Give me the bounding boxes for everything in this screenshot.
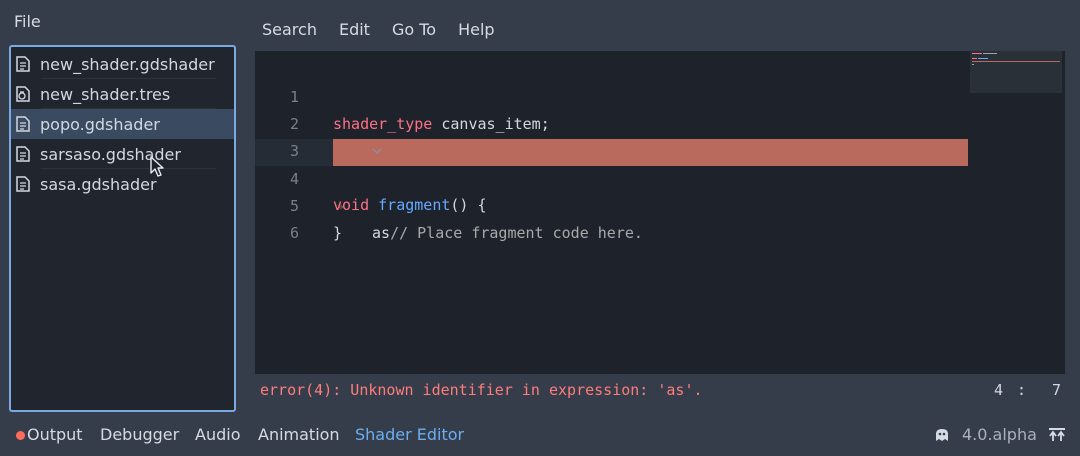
code-comment: // Place fragment code here. (390, 224, 643, 242)
expand-panel-icon[interactable] (1048, 428, 1066, 442)
tab-animation[interactable]: Animation (258, 425, 340, 444)
line-number: 6 (289, 224, 299, 242)
file-name: sasa.gdshader (40, 174, 157, 194)
code-line-error: 4 » as// Place fragment code here. (255, 139, 968, 242)
file-item[interactable]: sarsaso.gdshader (11, 139, 234, 169)
shader-file-icon (16, 56, 30, 72)
resource-file-icon (16, 86, 30, 102)
shader-file-icon (16, 176, 30, 192)
cursor-line: 4 (994, 381, 1004, 399)
file-name: new_shader.tres (40, 84, 171, 104)
minimap[interactable] (970, 51, 1062, 93)
file-item[interactable]: new_shader.tres (11, 79, 234, 109)
file-item[interactable]: new_shader.gdshader (11, 49, 234, 79)
tab-shader-editor[interactable]: Shader Editor (355, 425, 464, 444)
file-item[interactable]: sasa.gdshader (11, 169, 234, 199)
shader-file-icon (16, 146, 30, 162)
code-editor[interactable]: 1 shader_type canvas_item; 2 3 void frag… (255, 51, 1065, 374)
file-name: new_shader.gdshader (40, 54, 215, 74)
code-line: 3 void fragment() { (255, 111, 968, 214)
file-name: popo.gdshader (40, 114, 160, 134)
code-text: } (333, 224, 343, 242)
tab-audio[interactable]: Audio (195, 425, 240, 444)
error-message: error(4): Unknown identifier in expressi… (260, 381, 703, 399)
shader-file-icon (16, 116, 30, 132)
search-menu[interactable]: Search (262, 20, 317, 39)
shader-file-list[interactable]: new_shader.gdshader new_shader.tres popo… (9, 45, 236, 412)
output-alert-dot (16, 431, 25, 440)
code-line: 2 (255, 84, 968, 133)
tab-output[interactable]: Output (27, 425, 83, 444)
goto-menu[interactable]: Go To (392, 20, 436, 39)
edit-menu[interactable]: Edit (339, 20, 370, 39)
godot-logo-icon (936, 429, 948, 441)
file-menu[interactable]: File (14, 12, 41, 31)
help-menu[interactable]: Help (458, 20, 494, 39)
engine-version: 4.0.alpha (962, 425, 1037, 444)
code-text: as (372, 224, 391, 242)
tab-debugger[interactable]: Debugger (100, 425, 179, 444)
cursor-column: 7 (1052, 381, 1062, 399)
editor-menu-bar: Search Edit Go To Help (262, 20, 517, 39)
code-line: 6 (255, 193, 968, 242)
bottom-panel-bar: Output Debugger Audio Animation Shader E… (0, 420, 1080, 450)
code-line: 1 shader_type canvas_item; (255, 57, 968, 133)
mouse-pointer-icon (150, 156, 164, 177)
code-line: 5 } (255, 166, 968, 242)
file-item-selected[interactable]: popo.gdshader (11, 109, 234, 139)
cursor-separator: : (1017, 381, 1027, 399)
godot-shader-editor: File new_shader.gdshader new_shader.tres… (0, 0, 1080, 456)
